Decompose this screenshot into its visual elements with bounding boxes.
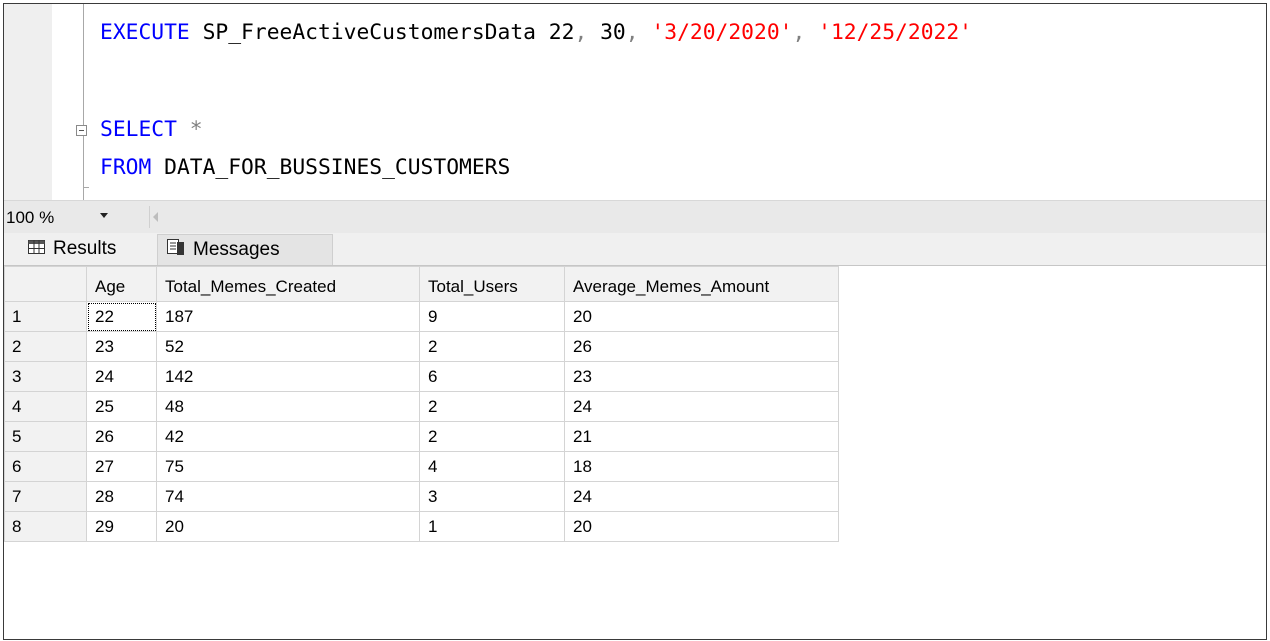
cell-average-memes-amount[interactable]: 21 — [564, 421, 839, 452]
keyword-from: FROM — [100, 155, 152, 180]
ssms-window: EXECUTE SP_FreeActiveCustomersData 22, 3… — [3, 3, 1267, 640]
row-number-header[interactable] — [4, 266, 87, 302]
code-line-from[interactable]: FROM DATA_FOR_BUSSINES_CUSTOMERS — [100, 154, 510, 182]
scroll-left-icon[interactable] — [153, 212, 158, 222]
keyword-select: SELECT — [100, 117, 177, 142]
grid-icon — [28, 238, 45, 260]
table-name: DATA_FOR_BUSSINES_CUSTOMERS — [164, 155, 511, 180]
cell-total-memes-created[interactable]: 142 — [156, 361, 420, 392]
cell-total-users[interactable]: 2 — [419, 421, 565, 452]
cell-average-memes-amount[interactable]: 23 — [564, 361, 839, 392]
row-number[interactable]: 4 — [4, 391, 87, 422]
table-row[interactable]: 7 28 74 3 24 — [4, 481, 839, 512]
results-grid-panel: Age Total_Memes_Created Total_Users Aver… — [4, 265, 1266, 639]
zoom-bar: 100 % — [4, 200, 1266, 233]
procedure-name: SP_FreeActiveCustomersData — [202, 20, 536, 45]
cell-average-memes-amount[interactable]: 20 — [564, 301, 839, 332]
select-star: * — [189, 117, 203, 142]
table-row[interactable]: 5 26 42 2 21 — [4, 421, 839, 452]
cell-total-users[interactable]: 2 — [419, 391, 565, 422]
separator — [149, 206, 150, 228]
tab-messages[interactable]: Messages — [157, 234, 333, 265]
cell-age[interactable]: 25 — [86, 391, 157, 422]
results-pane: Results Messages Age Total_Memes_Created… — [4, 233, 1266, 639]
table-row[interactable]: 3 24 142 6 23 — [4, 361, 839, 392]
cell-age[interactable]: 28 — [86, 481, 157, 512]
code-line-select[interactable]: SELECT * — [100, 116, 203, 144]
cell-age[interactable]: 22 — [86, 301, 157, 332]
table-row[interactable]: 4 25 48 2 24 — [4, 391, 839, 422]
row-number[interactable]: 5 — [4, 421, 87, 452]
row-number[interactable]: 6 — [4, 451, 87, 482]
cell-total-memes-created[interactable]: 187 — [156, 301, 420, 332]
column-header-total-memes-created[interactable]: Total_Memes_Created — [156, 266, 420, 302]
keyword-execute: EXECUTE — [100, 20, 190, 45]
editor-gutter — [4, 4, 52, 200]
row-number[interactable]: 2 — [4, 331, 87, 362]
cell-total-users[interactable]: 4 — [419, 451, 565, 482]
tab-results-label: Results — [53, 238, 117, 259]
row-number[interactable]: 3 — [4, 361, 87, 392]
cell-total-memes-created[interactable]: 74 — [156, 481, 420, 512]
code-line-execute[interactable]: EXECUTE SP_FreeActiveCustomersData 22, 3… — [100, 19, 972, 47]
collapse-icon[interactable] — [76, 125, 87, 136]
results-tabs: Results Messages — [4, 233, 1266, 265]
column-header-age[interactable]: Age — [86, 266, 157, 302]
cell-total-memes-created[interactable]: 52 — [156, 331, 420, 362]
row-number[interactable]: 1 — [4, 301, 87, 332]
cell-average-memes-amount[interactable]: 24 — [564, 481, 839, 512]
cell-average-memes-amount[interactable]: 20 — [564, 511, 839, 542]
cell-average-memes-amount[interactable]: 24 — [564, 391, 839, 422]
cell-total-memes-created[interactable]: 42 — [156, 421, 420, 452]
tab-results[interactable]: Results — [8, 233, 154, 265]
cell-age[interactable]: 27 — [86, 451, 157, 482]
cell-age[interactable]: 23 — [86, 331, 157, 362]
outline-end-tick — [83, 187, 89, 188]
table-row[interactable]: 1 22 187 9 20 — [4, 301, 839, 332]
chevron-down-icon[interactable] — [100, 213, 108, 218]
row-number[interactable]: 7 — [4, 481, 87, 512]
column-header-total-users[interactable]: Total_Users — [419, 266, 565, 302]
param-2: 30 — [600, 20, 626, 45]
column-header-average-memes-amount[interactable]: Average_Memes_Amount — [564, 266, 839, 302]
grid-header-row: Age Total_Memes_Created Total_Users Aver… — [4, 266, 839, 302]
cell-total-users[interactable]: 1 — [419, 511, 565, 542]
table-row[interactable]: 6 27 75 4 18 — [4, 451, 839, 482]
query-editor[interactable]: EXECUTE SP_FreeActiveCustomersData 22, 3… — [4, 4, 1266, 200]
outline-line — [83, 4, 84, 200]
messages-icon — [167, 238, 185, 262]
row-number[interactable]: 8 — [4, 511, 87, 542]
results-grid[interactable]: Age Total_Memes_Created Total_Users Aver… — [4, 266, 839, 542]
cell-total-memes-created[interactable]: 20 — [156, 511, 420, 542]
cell-total-users[interactable]: 3 — [419, 481, 565, 512]
param-1: 22 — [548, 20, 575, 45]
cell-total-users[interactable]: 2 — [419, 331, 565, 362]
cell-age[interactable]: 26 — [86, 421, 157, 452]
cell-average-memes-amount[interactable]: 26 — [564, 331, 839, 362]
cell-total-memes-created[interactable]: 48 — [156, 391, 420, 422]
cell-age[interactable]: 24 — [86, 361, 157, 392]
param-3: '3/20/2020' — [651, 20, 793, 45]
cell-total-memes-created[interactable]: 75 — [156, 451, 420, 482]
cell-total-users[interactable]: 6 — [419, 361, 565, 392]
table-row[interactable]: 2 23 52 2 26 — [4, 331, 839, 362]
cell-total-users[interactable]: 9 — [419, 301, 565, 332]
cell-average-memes-amount[interactable]: 18 — [564, 451, 839, 482]
cell-age[interactable]: 29 — [86, 511, 157, 542]
param-4: '12/25/2022' — [818, 20, 972, 45]
table-row[interactable]: 8 29 20 1 20 — [4, 511, 839, 542]
zoom-level[interactable]: 100 % — [6, 208, 54, 228]
tab-messages-label: Messages — [193, 239, 280, 260]
